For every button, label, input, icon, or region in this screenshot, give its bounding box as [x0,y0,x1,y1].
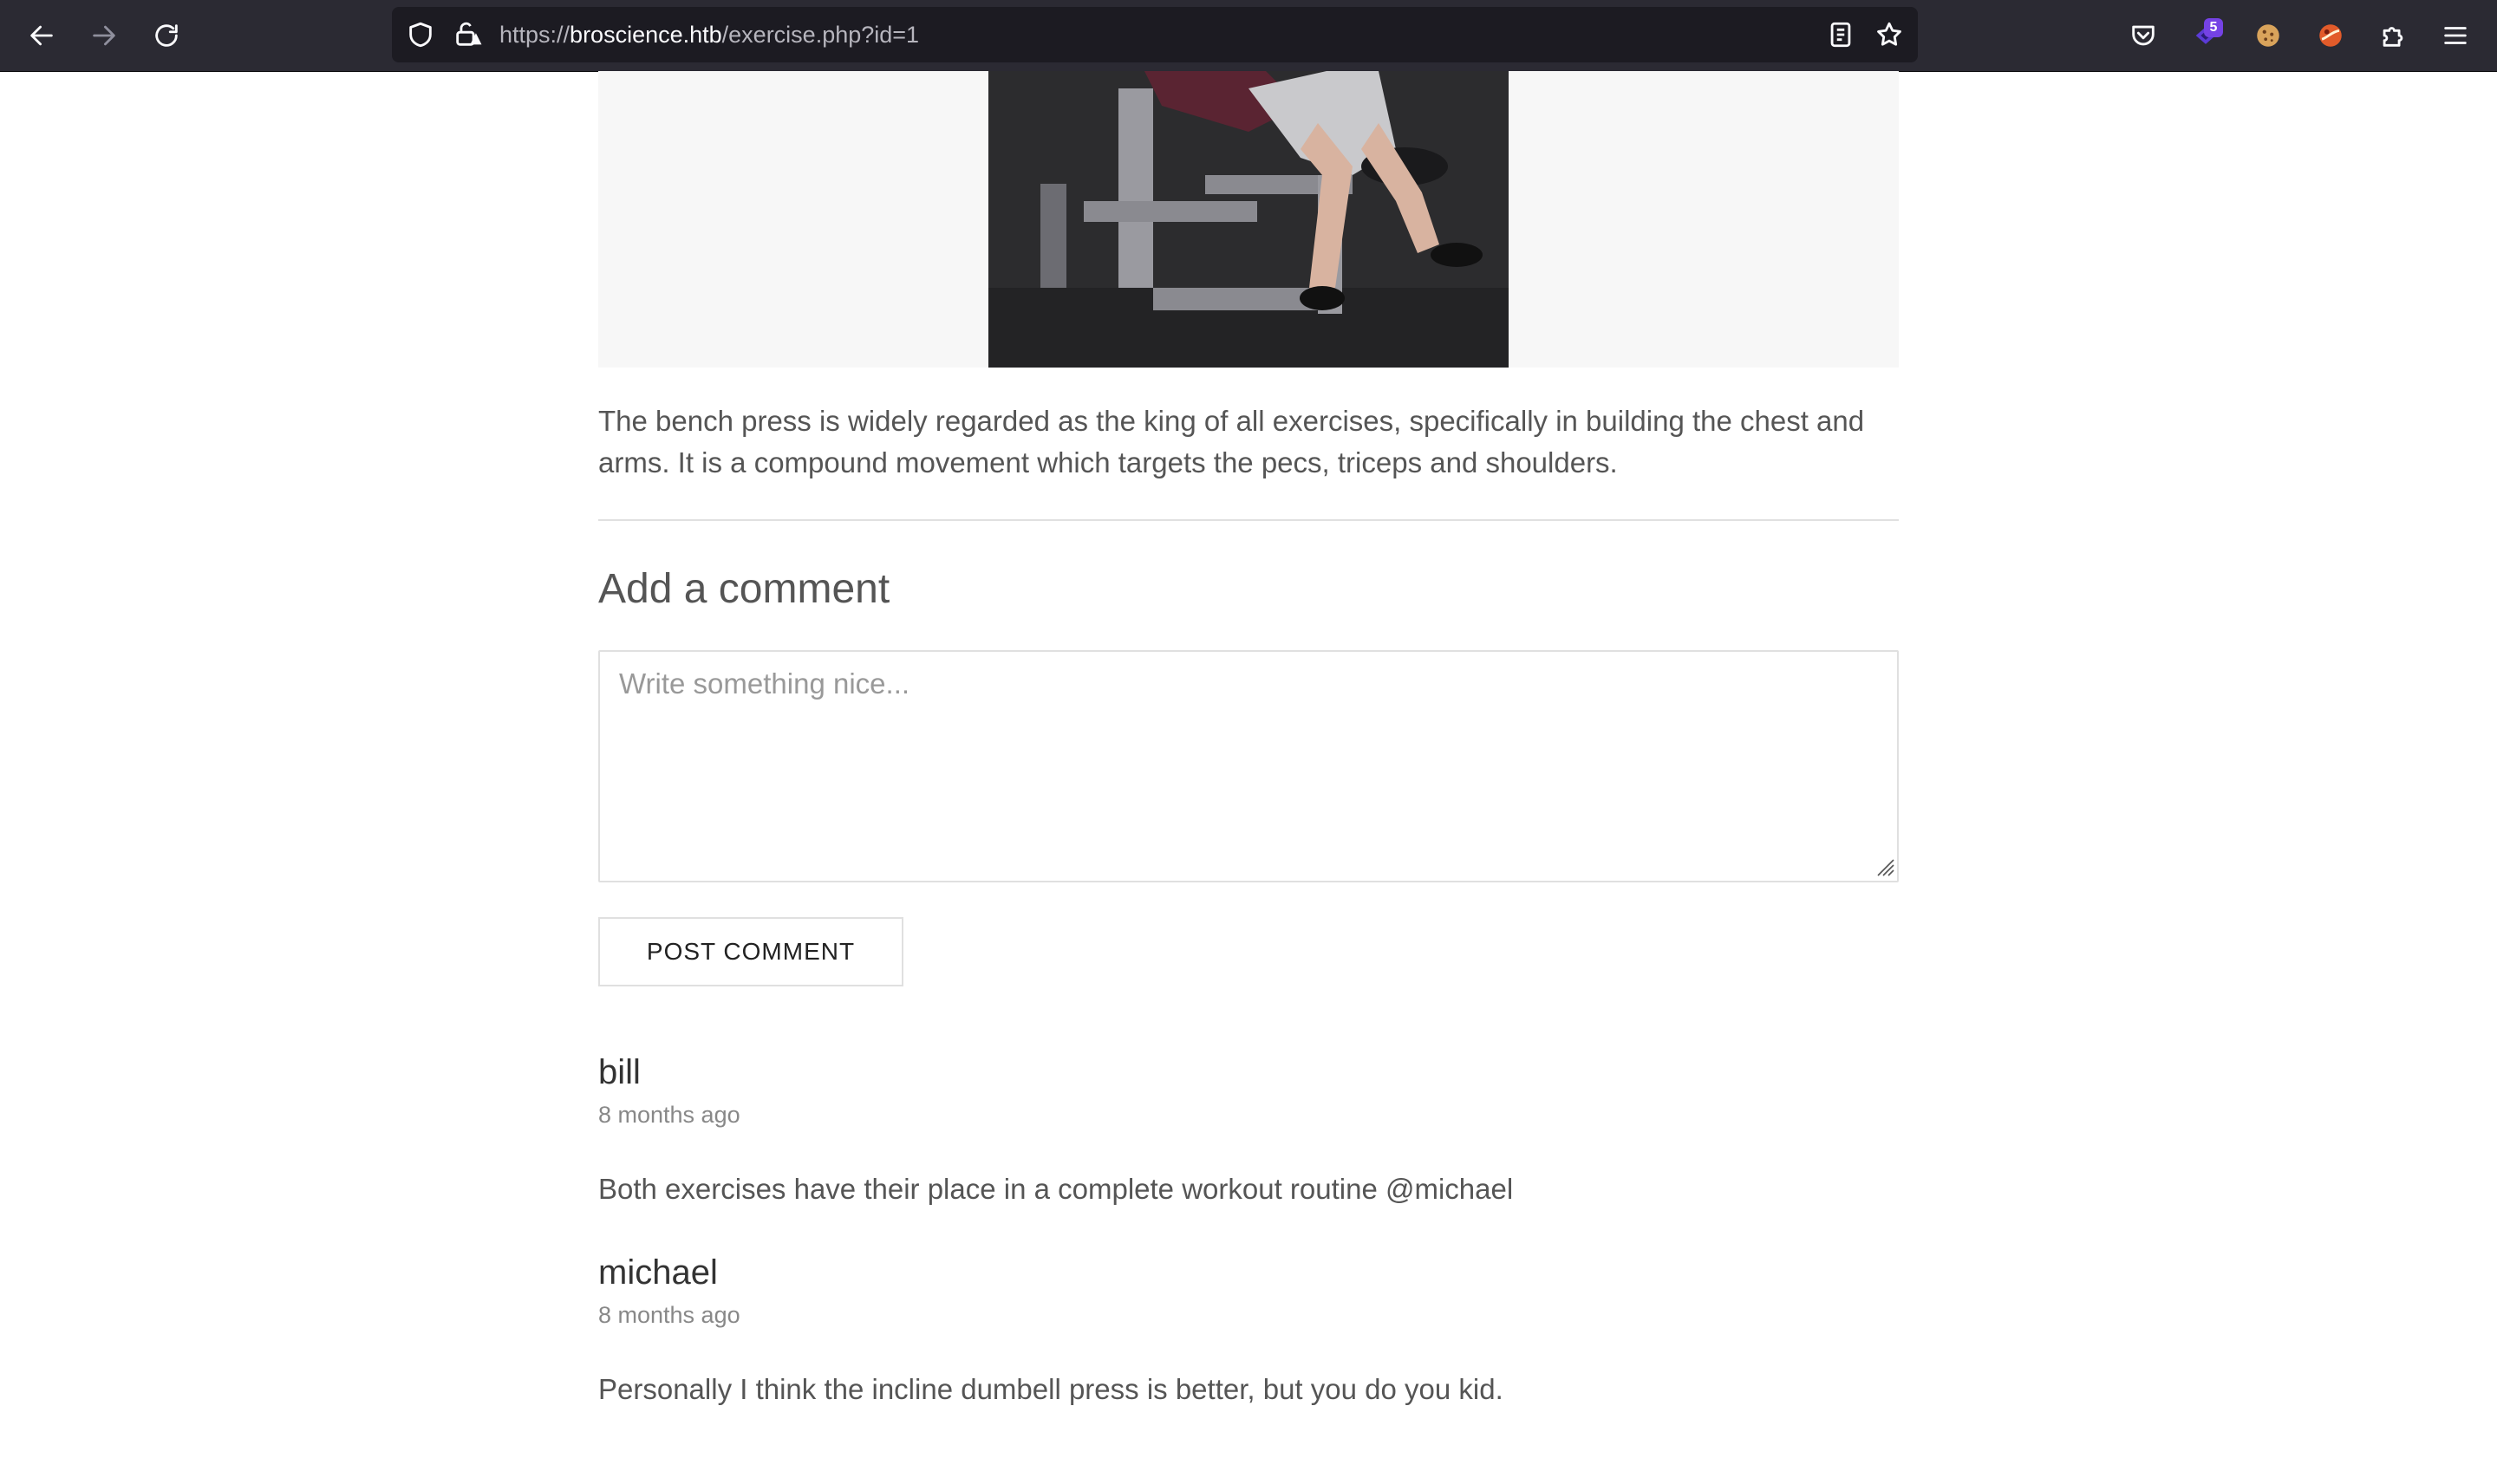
reader-view-icon[interactable] [1826,20,1855,49]
post-comment-button[interactable]: POST COMMENT [598,917,903,986]
comment-time: 8 months ago [598,1302,740,1328]
tracking-shield-icon[interactable] [406,20,435,49]
url-text[interactable]: https://broscience.htb/exercise.php?id=1 [499,7,919,62]
back-arrow-icon[interactable] [21,15,62,56]
url-scheme: https:// [499,22,570,48]
extensions-puzzle-icon[interactable] [2372,15,2414,56]
cookie-icon[interactable] [2247,15,2289,56]
resize-grip-icon[interactable] [1876,858,1895,877]
extension-badge-count: 5 [2204,18,2223,37]
extension-badge-icon[interactable]: 5 [2185,15,2226,56]
pocket-icon[interactable] [2122,15,2164,56]
bookmark-star-icon[interactable] [1874,20,1904,49]
exercise-description: The bench press is widely regarded as th… [598,405,1865,478]
exercise-image [988,71,1509,368]
comment-author: michael [598,1253,718,1292]
comment-time: 8 months ago [598,1102,740,1128]
forward-arrow-icon[interactable] [83,15,125,56]
reload-icon[interactable] [146,15,187,56]
url-host: broscience.htb [570,22,722,48]
exercise-image-frame [598,71,1899,368]
comment-text: Personally I think the incline dumbell p… [598,1373,1503,1405]
url-bar[interactable]: https://broscience.htb/exercise.php?id=1 [392,7,1918,62]
add-comment-heading: Add a comment [598,566,890,612]
hamburger-menu-icon[interactable] [2435,15,2476,56]
extension-icon[interactable] [2310,15,2351,56]
insecure-lock-icon[interactable] [453,20,482,49]
bench-press-photo [988,71,1509,368]
browser-toolbar: https://broscience.htb/exercise.php?id=1… [0,0,2497,72]
url-path: /exercise.php?id=1 [721,22,920,48]
comment-textarea[interactable] [598,650,1899,882]
comment-text: Both exercises have their place in a com… [598,1173,1514,1205]
comment-author: bill [598,1053,641,1091]
section-divider [598,519,1899,521]
